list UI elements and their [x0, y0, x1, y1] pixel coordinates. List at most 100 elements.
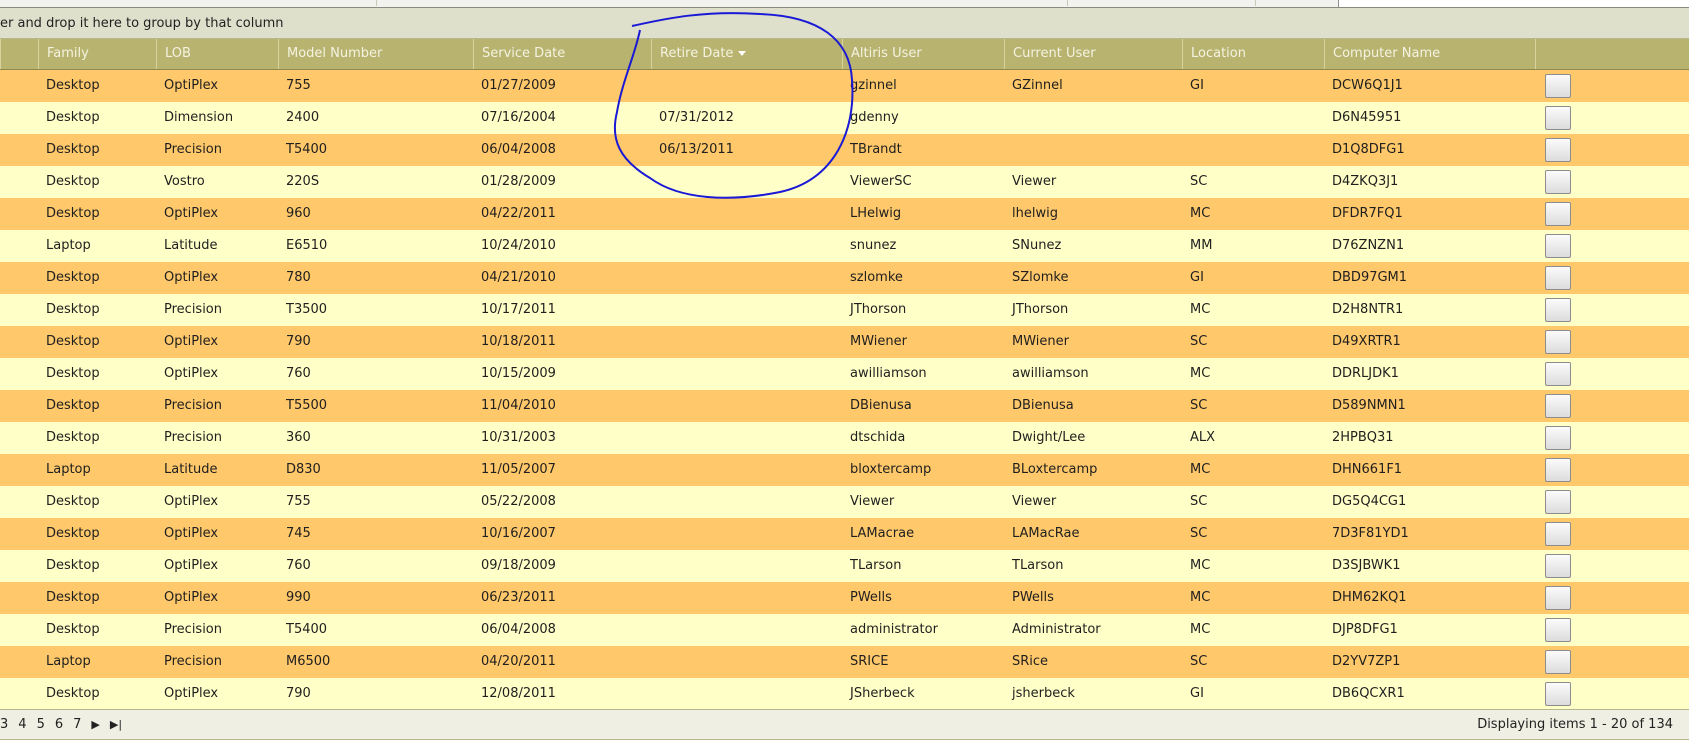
cell-model-number: 780: [286, 270, 311, 285]
row-spacer: [0, 614, 38, 646]
table-row[interactable]: Desktop Precision T5500 11/04/2010 DBienusa D…: [0, 390, 1689, 422]
table-row[interactable]: Laptop Latitude E6510 10/24/2010 snunez SNune…: [0, 230, 1689, 262]
cell-retire-date: [651, 646, 842, 678]
cell-retire-date: [651, 454, 842, 486]
table-row[interactable]: Desktop OptiPlex 790 12/08/2011 JSherbeck jsh…: [0, 678, 1689, 710]
row-action-button[interactable]: [1545, 522, 1571, 546]
cell-current-user: Dwight/Lee: [1012, 430, 1086, 445]
cell-service-date: 06/23/2011: [481, 590, 556, 605]
column-header-lob[interactable]: LOB: [156, 39, 278, 69]
page-link[interactable]: 5: [37, 717, 45, 732]
cell-altiris-user: dtschida: [850, 430, 906, 445]
last-page-icon[interactable]: ▶|: [110, 718, 122, 731]
row-action-button[interactable]: [1545, 618, 1571, 642]
table-row[interactable]: Desktop OptiPlex 790 10/18/2011 MWiener MWien…: [0, 326, 1689, 358]
row-action-cell: [1535, 678, 1689, 710]
column-header-computer-name[interactable]: Computer Name: [1324, 39, 1535, 69]
row-action-button[interactable]: [1545, 394, 1571, 418]
cell-service-date: 07/16/2004: [481, 110, 556, 125]
cell-computer-name: D4ZKQ3J1: [1332, 174, 1399, 189]
cell-service-date: 04/22/2011: [481, 206, 556, 221]
table-row[interactable]: Desktop Precision T5400 06/04/2008 06/13/201…: [0, 134, 1689, 166]
row-action-cell: [1535, 326, 1689, 358]
column-header-location[interactable]: Location: [1182, 39, 1324, 69]
cell-service-date: 10/31/2003: [481, 430, 556, 445]
page-link[interactable]: 6: [55, 717, 63, 732]
row-action-button[interactable]: [1545, 490, 1571, 514]
row-action-button[interactable]: [1545, 234, 1571, 258]
row-action-button[interactable]: [1545, 458, 1571, 482]
table-row[interactable]: Laptop Precision M6500 04/20/2011 SRICE SRice…: [0, 646, 1689, 678]
cell-location: MC: [1190, 206, 1211, 221]
row-action-button[interactable]: [1545, 650, 1571, 674]
cell-altiris-user: ViewerSC: [850, 174, 912, 189]
table-row[interactable]: Desktop OptiPlex 960 04/22/2011 LHelwig lhelw…: [0, 198, 1689, 230]
column-header-altiris-user[interactable]: Altiris User: [842, 39, 1004, 69]
row-spacer: [0, 70, 38, 102]
cell-altiris-user: Viewer: [850, 494, 895, 509]
table-row[interactable]: Desktop Precision T3500 10/17/2011 JThorson J…: [0, 294, 1689, 326]
row-action-button[interactable]: [1545, 682, 1571, 706]
cell-model-number: 790: [286, 334, 311, 349]
page-link[interactable]: 7: [73, 717, 81, 732]
row-action-button[interactable]: [1545, 138, 1571, 162]
row-action-button[interactable]: [1545, 554, 1571, 578]
column-header-current-user[interactable]: Current User: [1004, 39, 1182, 69]
row-action-button[interactable]: [1545, 298, 1571, 322]
cell-altiris-user: bloxtercamp: [850, 462, 932, 477]
table-row[interactable]: Desktop Dimension 2400 07/16/2004 07/31/2012…: [0, 102, 1689, 134]
page-link[interactable]: 3: [0, 717, 8, 732]
header-spacer: [0, 39, 38, 69]
table-row[interactable]: Desktop OptiPlex 990 06/23/2011 PWells PWells…: [0, 582, 1689, 614]
cell-model-number: 360: [286, 430, 311, 445]
row-action-button[interactable]: [1545, 202, 1571, 226]
row-action-button[interactable]: [1545, 330, 1571, 354]
cell-computer-name: 7D3F81YD1: [1332, 526, 1409, 541]
row-action-button[interactable]: [1545, 362, 1571, 386]
row-spacer: [0, 230, 38, 262]
row-spacer: [0, 358, 38, 390]
cell-altiris-user: gzinnel: [850, 78, 897, 93]
cell-service-date: 10/24/2010: [481, 238, 556, 253]
table-row[interactable]: Desktop Vostro 220S 01/28/2009 ViewerSC Viewe…: [0, 166, 1689, 198]
table-row[interactable]: Desktop Precision T5400 06/04/2008 administr…: [0, 614, 1689, 646]
cell-model-number: 755: [286, 78, 311, 93]
cell-altiris-user: TBrandt: [850, 142, 902, 157]
column-header-family[interactable]: Family: [38, 39, 156, 69]
cell-service-date: 01/27/2009: [481, 78, 556, 93]
cell-location: GI: [1190, 270, 1204, 285]
table-row[interactable]: Desktop OptiPlex 760 10/15/2009 awilliamson a…: [0, 358, 1689, 390]
row-action-button[interactable]: [1545, 74, 1571, 98]
column-header-retire-date[interactable]: Retire Date: [651, 39, 842, 69]
cell-model-number: D830: [286, 462, 321, 477]
cell-lob: OptiPlex: [164, 686, 219, 701]
cell-service-date: 10/18/2011: [481, 334, 556, 349]
column-header-service-date[interactable]: Service Date: [473, 39, 651, 69]
table-row[interactable]: Desktop OptiPlex 745 10/16/2007 LAMacrae LAMa…: [0, 518, 1689, 550]
cell-model-number: E6510: [286, 238, 328, 253]
row-action-cell: [1535, 486, 1689, 518]
cell-retire-date: 06/13/2011: [659, 142, 734, 157]
next-page-icon[interactable]: ▶: [91, 718, 99, 731]
row-action-button[interactable]: [1545, 106, 1571, 130]
cell-retire-date: [651, 230, 842, 262]
cell-lob: OptiPlex: [164, 526, 219, 541]
table-row[interactable]: Laptop Latitude D830 11/05/2007 bloxtercamp B…: [0, 454, 1689, 486]
table-row[interactable]: Desktop OptiPlex 755 01/27/2009 gzinnel GZinn…: [0, 70, 1689, 102]
cell-retire-date: [651, 198, 842, 230]
cell-service-date: 10/16/2007: [481, 526, 556, 541]
row-action-button[interactable]: [1545, 266, 1571, 290]
page-link[interactable]: 4: [18, 717, 26, 732]
row-action-button[interactable]: [1545, 170, 1571, 194]
cell-location: [1182, 102, 1324, 134]
row-action-button[interactable]: [1545, 426, 1571, 450]
table-row[interactable]: Desktop OptiPlex 780 04/21/2010 szlomke SZlom…: [0, 262, 1689, 294]
row-spacer: [0, 390, 38, 422]
table-row[interactable]: Desktop Precision 360 10/31/2003 dtschida Dwi…: [0, 422, 1689, 454]
group-by-panel[interactable]: er and drop it here to group by that col…: [0, 8, 1689, 39]
table-row[interactable]: Desktop OptiPlex 760 09/18/2009 TLarson TLars…: [0, 550, 1689, 582]
column-header-model-number[interactable]: Model Number: [278, 39, 473, 69]
sort-descending-icon: [738, 51, 747, 56]
row-action-button[interactable]: [1545, 586, 1571, 610]
table-row[interactable]: Desktop OptiPlex 755 05/22/2008 Viewer Viewer…: [0, 486, 1689, 518]
